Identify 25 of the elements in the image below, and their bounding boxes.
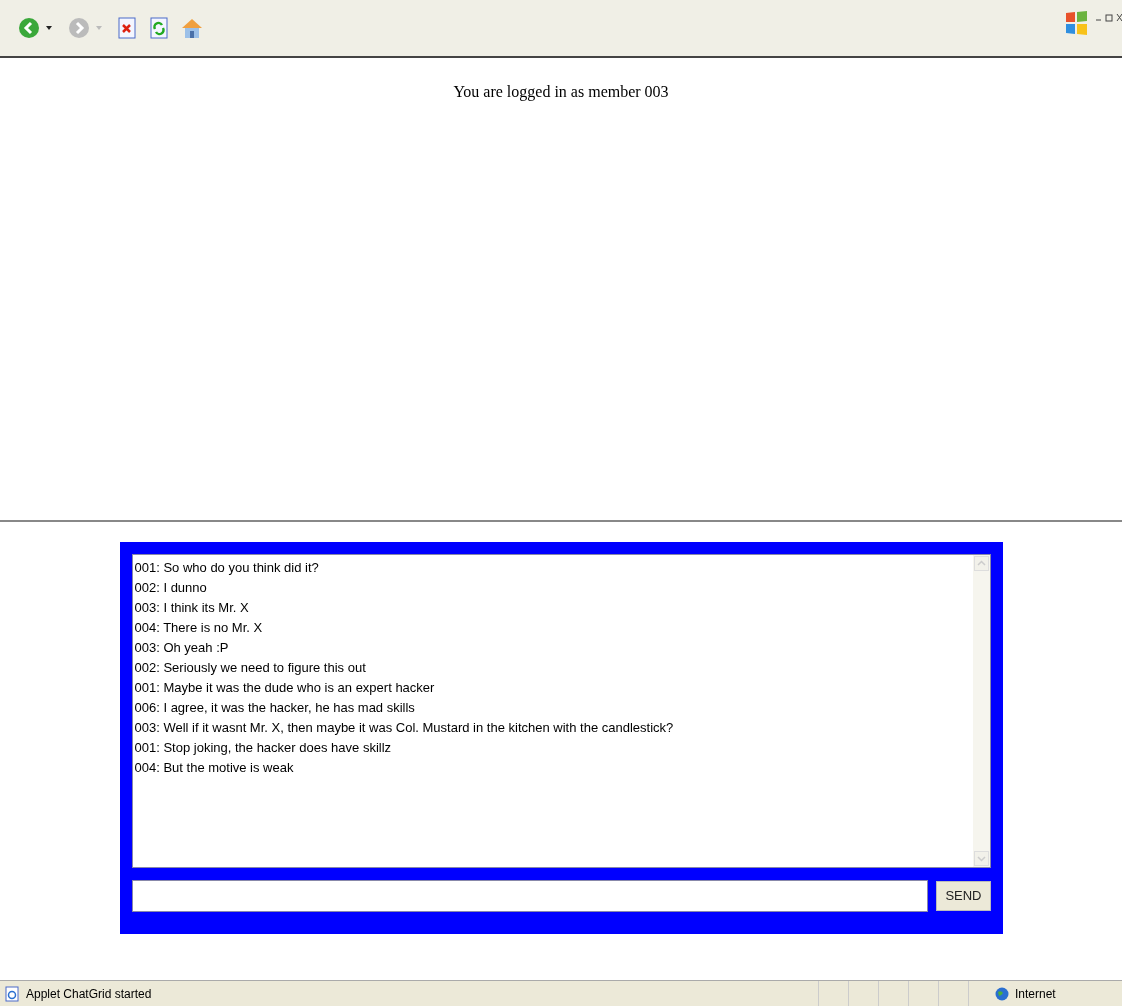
globe-icon [995,986,1009,1001]
login-status-text: You are logged in as member 003 [453,82,669,103]
chat-message: 001: Stop joking, the hacker does have skillz [134,739,392,757]
chat-message: 002: I dunno [134,579,207,597]
dropdown-icon[interactable] [46,26,52,30]
chat-message: 002: Seriously we need to figure this out [134,659,366,677]
windows-logo-icon [1064,10,1088,36]
chat-message: 006: I agree, it was the hacker, he has mad skills [134,699,415,717]
page-icon [4,985,20,1002]
status-message: Applet ChatGrid started [26,985,152,1003]
chat-message: 004: But the motive is weak [134,759,294,777]
home-icon[interactable] [180,16,204,40]
stop-icon[interactable] [118,17,136,39]
send-button[interactable]: SEND [936,881,991,911]
forward-icon[interactable] [68,17,90,39]
message-input-field[interactable] [131,880,929,912]
chat-message: 001: So who do you think did it? [134,559,319,577]
chat-message: 003: I think its Mr. X [134,599,249,617]
chat-message: 004: There is no Mr. X [134,619,263,637]
back-icon[interactable] [18,17,40,39]
chat-message: 003: Well if it wasnt Mr. X, then maybe it was Col. Mustard in the kitchen with the candlestick? [134,719,674,737]
refresh-icon[interactable] [150,17,168,39]
chat-message: 003: Oh yeah :P [134,639,229,657]
zone-label: Internet [1015,985,1056,1003]
chat-message: 001: Maybe it was the dude who is an expert hacker [134,679,435,697]
